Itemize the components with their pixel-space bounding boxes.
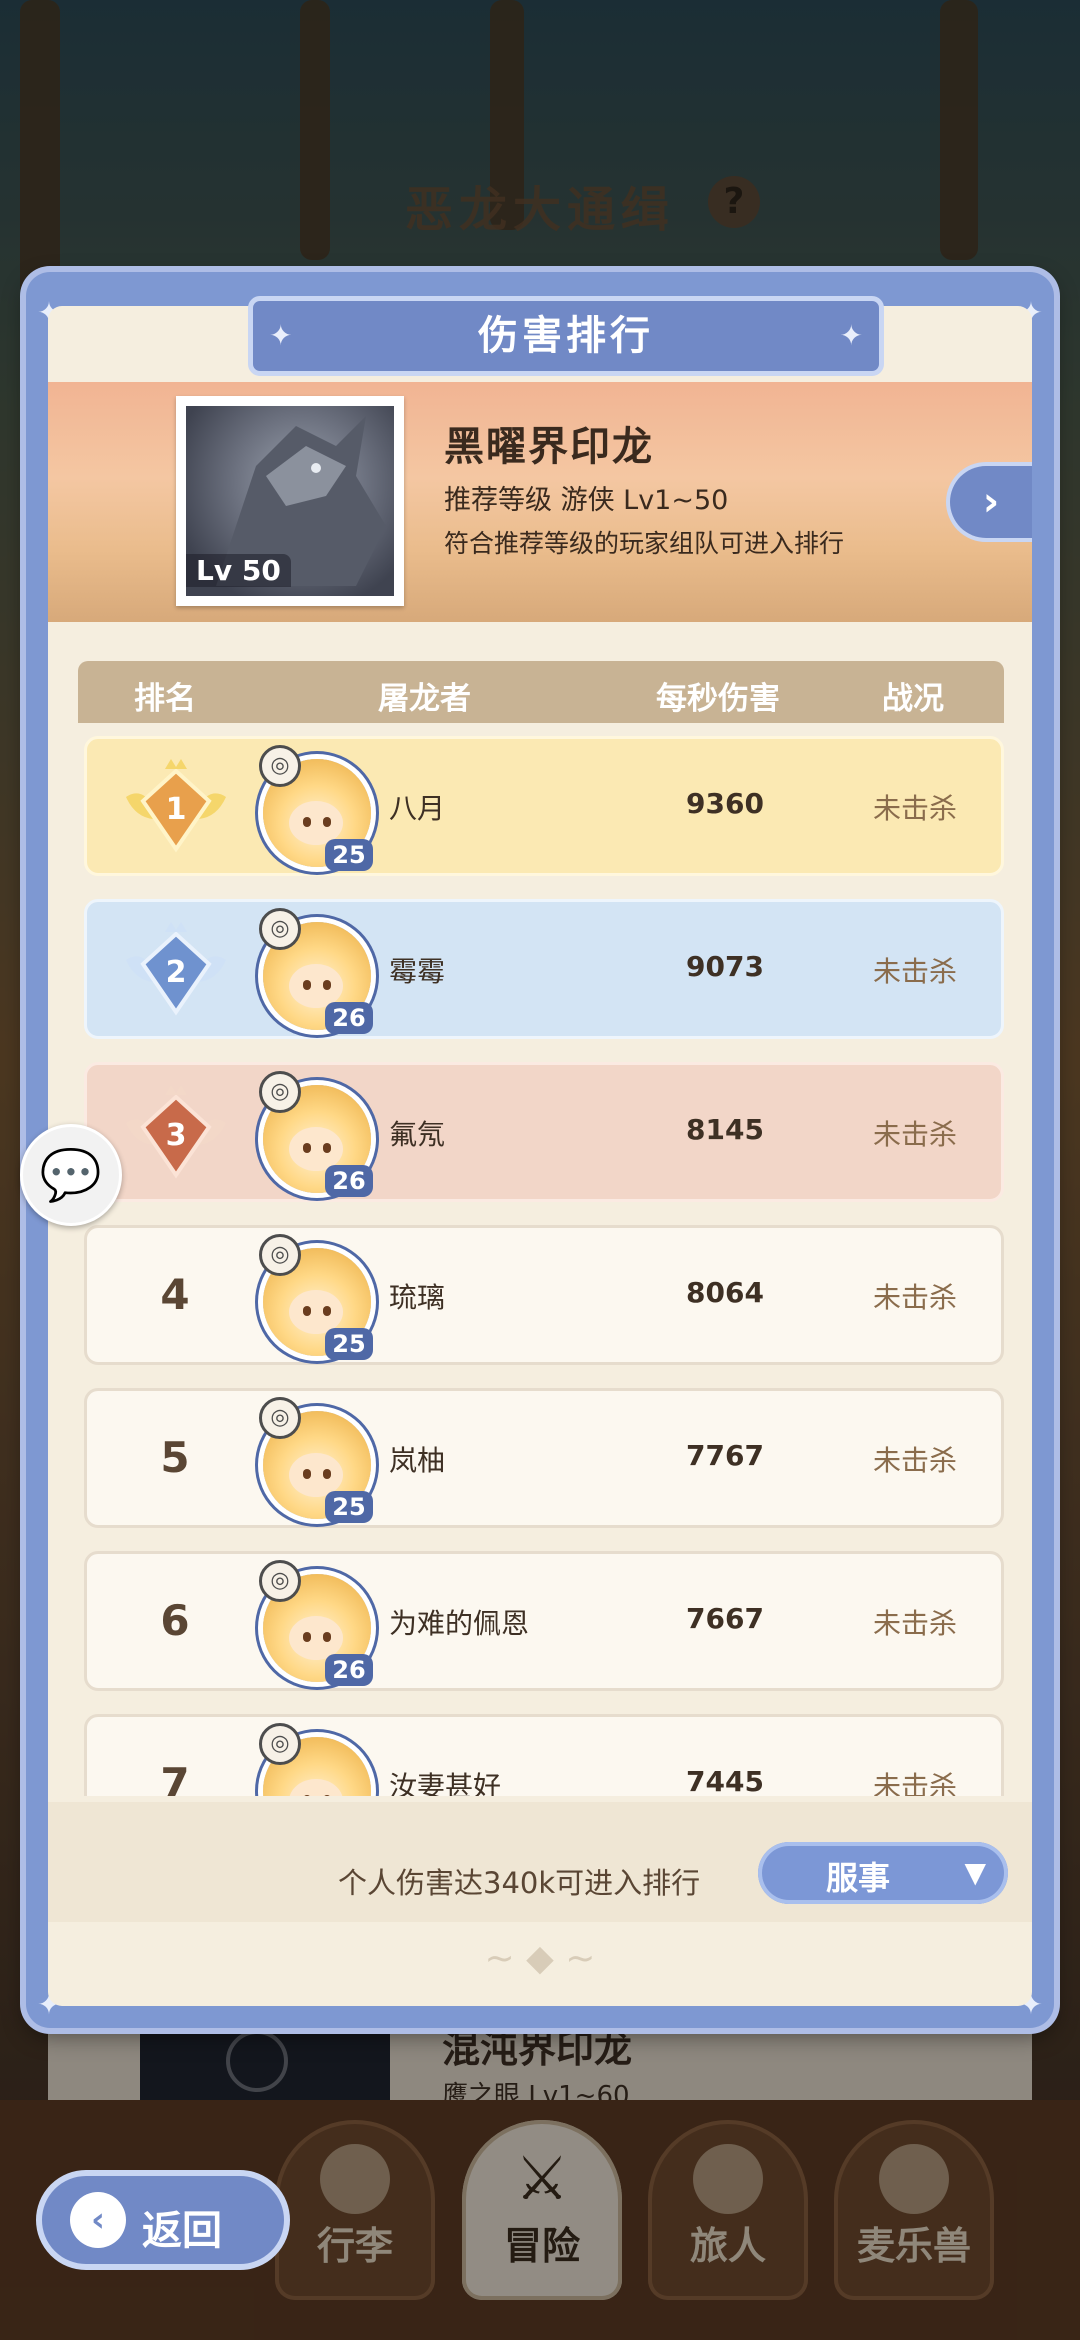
player-level: 25 (325, 839, 373, 871)
dropdown-arrow-icon: ▼ (964, 1856, 986, 1889)
player-level: 26 (325, 1165, 373, 1197)
player-level: 25 (325, 1491, 373, 1523)
ranking-row[interactable]: 3 ◎ 26 氟氖 8145 未击杀 (84, 1062, 1004, 1202)
star-icon: ✦ (839, 319, 863, 352)
kill-status: 未击杀 (873, 792, 958, 825)
modal-title-bar: ✦ 伤害排行 ✦ (248, 296, 884, 376)
boss-rank-note: 符合推荐等级的玩家组队可进入排行 (444, 529, 845, 558)
ranking-table-header: 排名 屠龙者 每秒伤害 战况 (78, 661, 1004, 723)
col-dps: 每秒伤害 (656, 681, 780, 717)
player-dps: 8064 (686, 1276, 764, 1309)
boss-level-badge: Lv 50 (186, 554, 291, 587)
damage-ranking-modal: ✦ ✦ ✦ ✦ ✦ 伤害排行 ✦ Lv 50 黑曜界印龙 推荐等级 游侠 Lv1… (26, 272, 1054, 2028)
title-badge-icon: ◎ (259, 1397, 301, 1439)
ranking-list[interactable]: 1 ◎ 25 八月 9360 未击杀 2 ◎ 26 霉霉 9073 未击杀 3 … (78, 736, 1008, 1796)
title-badge-icon: ◎ (259, 1071, 301, 1113)
back-arrow-icon: ‹ (70, 2192, 126, 2248)
player-dps: 8145 (686, 1113, 764, 1146)
back-button[interactable]: ‹ 返回 (36, 2170, 290, 2270)
silver-medal-icon: 2 (126, 922, 226, 1016)
player-level: 26 (325, 1002, 373, 1034)
title-badge-icon: ◎ (259, 745, 301, 787)
gold-medal-icon: 1 (126, 759, 226, 853)
player-name: 为难的佩恩 (389, 1607, 530, 1640)
ranking-row[interactable]: 2 ◎ 26 霉霉 9073 未击杀 (84, 899, 1004, 1039)
title-badge-icon: ◎ (259, 1234, 301, 1276)
server-select-label: 服事 (826, 1859, 891, 1897)
modal-title: 伤害排行 (478, 313, 654, 359)
col-slayer: 屠龙者 (378, 681, 471, 717)
kill-status: 未击杀 (873, 955, 958, 988)
ranking-row[interactable]: 7 ◎ 26 汝妻甚好 7445 未击杀 (84, 1714, 1004, 1796)
player-name: 琉璃 (389, 1281, 446, 1314)
svg-text:1: 1 (166, 792, 187, 827)
star-icon: ✦ (269, 319, 293, 352)
ranking-row[interactable]: 6 ◎ 26 为难的佩恩 7667 未击杀 (84, 1551, 1004, 1691)
player-dps: 7445 (686, 1765, 764, 1796)
boss-portrait[interactable]: Lv 50 (176, 396, 404, 606)
player-dps: 9073 (686, 950, 764, 983)
modal-body: ✦ 伤害排行 ✦ Lv 50 黑曜界印龙 推荐等级 游侠 Lv1~50 符合推荐… (48, 296, 1032, 2006)
col-rank: 排名 (134, 681, 196, 717)
ranking-row[interactable]: 5 ◎ 25 岚柚 7767 未击杀 (84, 1388, 1004, 1528)
svg-text:2: 2 (166, 955, 187, 990)
ranking-row[interactable]: 4 ◎ 25 琉璃 8064 未击杀 (84, 1225, 1004, 1365)
server-select-dropdown[interactable]: 服事 ▼ (758, 1842, 1008, 1904)
player-level: 26 (325, 1654, 373, 1686)
title-badge-icon: ◎ (259, 908, 301, 950)
player-dps: 7767 (686, 1439, 764, 1472)
rank-number: 4 (160, 1270, 190, 1319)
kill-status: 未击杀 (873, 1770, 958, 1796)
player-name: 汝妻甚好 (389, 1770, 502, 1796)
rank-number: 5 (160, 1433, 190, 1482)
boss-name: 黑曜界印龙 (444, 424, 654, 470)
ornament-divider-icon: ~ ◆ ~ (484, 1938, 596, 1979)
player-name: 霉霉 (389, 955, 446, 988)
title-badge-icon: ◎ (259, 1560, 301, 1602)
rank-number: 7 (160, 1759, 190, 1796)
player-dps: 9360 (686, 787, 764, 820)
kill-status: 未击杀 (873, 1444, 958, 1477)
chat-bubble-icon[interactable]: 💬 (20, 1124, 122, 1226)
rank-number: 6 (160, 1596, 190, 1645)
bronze-medal-icon: 3 (126, 1085, 226, 1179)
kill-status: 未击杀 (873, 1281, 958, 1314)
kill-status: 未击杀 (873, 1607, 958, 1640)
title-badge-icon: ◎ (259, 1723, 301, 1765)
kill-status: 未击杀 (873, 1118, 958, 1151)
col-status: 战况 (882, 681, 944, 717)
boss-recommended-level: 推荐等级 游侠 Lv1~50 (444, 485, 729, 516)
back-label: 返回 (142, 2208, 222, 2254)
player-dps: 7667 (686, 1602, 764, 1635)
player-name: 岚柚 (389, 1444, 446, 1477)
next-boss-button[interactable]: › (946, 462, 1032, 542)
player-name: 八月 (389, 792, 446, 825)
rank-requirement-note: 个人伤害达340k可进入排行 (338, 1866, 701, 1900)
ranking-row[interactable]: 1 ◎ 25 八月 9360 未击杀 (84, 736, 1004, 876)
svg-text:3: 3 (166, 1118, 187, 1153)
player-name: 氟氖 (389, 1118, 446, 1151)
player-level: 25 (325, 1328, 373, 1360)
